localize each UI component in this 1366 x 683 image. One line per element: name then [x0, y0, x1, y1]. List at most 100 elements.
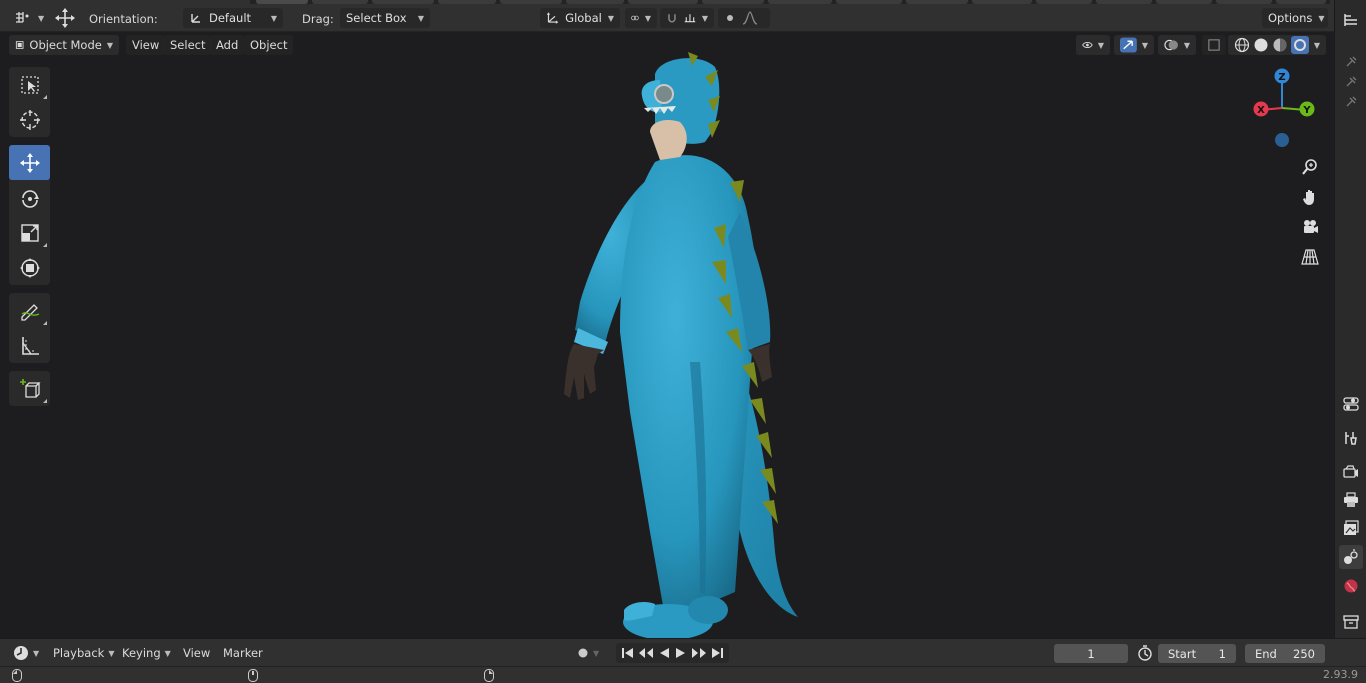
wireframe-shading-icon[interactable] [1234, 37, 1250, 53]
navigation-controls [1296, 152, 1324, 272]
mode-value: Object Mode [29, 38, 102, 52]
drag-label: Drag: [302, 12, 334, 26]
start-frame-field[interactable]: Start 1 [1158, 644, 1236, 663]
tab-view-layer[interactable] [1339, 516, 1363, 540]
select-box-tool[interactable] [9, 67, 50, 102]
cursor-tool[interactable] [9, 102, 50, 137]
chevron-down-icon: ▼ [1097, 40, 1104, 50]
properties-options-button[interactable] [1339, 392, 1363, 416]
timeline-editor-type[interactable]: ▼ [8, 643, 44, 663]
pin-icon [1346, 96, 1357, 107]
menu-select[interactable]: Select [164, 35, 212, 55]
snap-magnet-icon[interactable] [666, 10, 678, 26]
chevron-down-icon: ▼ [1313, 40, 1320, 50]
move-tool[interactable] [9, 145, 50, 180]
jump-start-icon[interactable] [621, 647, 635, 659]
chevron-down-icon: ▼ [270, 13, 277, 23]
gizmo-x-axis[interactable]: X [1253, 101, 1269, 117]
transform-icon [19, 257, 40, 278]
rendered-shading-icon[interactable] [1291, 36, 1309, 54]
camera-view-button[interactable] [1296, 212, 1324, 242]
overlays-toggle[interactable]: ▼ [1158, 35, 1196, 55]
menu-keying-label: Keying [122, 646, 161, 660]
eye-icon [1082, 42, 1093, 48]
next-keyframe-icon[interactable] [691, 647, 707, 659]
tab-collection[interactable] [1339, 610, 1363, 634]
jump-end-icon[interactable] [710, 647, 724, 659]
annotate-tool[interactable] [9, 293, 50, 328]
solid-shading-icon[interactable] [1253, 37, 1269, 53]
menu-object[interactable]: Object [244, 35, 294, 55]
use-preview-range-toggle[interactable] [1132, 643, 1158, 663]
stopwatch-icon [1138, 645, 1152, 661]
tab-render[interactable] [1339, 460, 1363, 484]
mode-dropdown[interactable]: Object Mode ▼ [9, 35, 119, 55]
falloff-curve-icon[interactable] [742, 11, 758, 25]
menu-add[interactable]: Add [210, 35, 245, 55]
rotate-tool[interactable] [9, 180, 50, 215]
options-dropdown[interactable]: Options ▼ [1262, 8, 1328, 28]
visibility-dropdown[interactable]: ▼ [1076, 35, 1110, 55]
play-icon[interactable] [674, 647, 688, 659]
move-gizmo-button[interactable] [48, 8, 82, 28]
gizmo-z-axis[interactable]: Z [1274, 68, 1290, 84]
transform-tool[interactable] [9, 250, 50, 285]
orientation-label: Orientation: [89, 12, 158, 26]
snapping-group[interactable]: ▼ [660, 8, 714, 28]
current-frame-field[interactable]: 1 [1054, 644, 1128, 663]
transform-space-value: Global [565, 11, 602, 25]
mouse-middle-icon [248, 669, 258, 682]
menu-view[interactable]: View [126, 35, 166, 55]
xray-toggle[interactable] [1202, 35, 1226, 55]
auto-keying-toggle[interactable]: ▼ [572, 643, 604, 663]
sliders-icon [1343, 397, 1359, 411]
viewport-header: Object Mode ▼ View Select Add Object ▼ ▼… [0, 32, 1334, 58]
play-reverse-icon[interactable] [657, 647, 671, 659]
end-frame-field[interactable]: End 250 [1245, 644, 1325, 663]
transform-orientation-dropdown[interactable]: Global ▼ [540, 8, 620, 28]
properties-editor [1334, 0, 1366, 638]
end-frame-value: 250 [1293, 646, 1315, 661]
pan-button[interactable] [1296, 182, 1324, 212]
add-cube-tool[interactable] [9, 371, 50, 406]
drag-dropdown[interactable]: Select Box ▼ [340, 8, 430, 28]
menu-keying[interactable]: Keying ▼ [117, 643, 176, 663]
menu-marker[interactable]: Marker [218, 643, 268, 663]
snap-increment-icon[interactable] [684, 11, 696, 25]
measure-tool[interactable] [9, 328, 50, 363]
workspace-tabs[interactable] [250, 0, 1330, 4]
3d-viewport[interactable] [0, 32, 1334, 638]
svg-text:Z: Z [1278, 72, 1285, 83]
menu-playback[interactable]: Playback ▼ [48, 643, 119, 663]
tab-scene[interactable] [1339, 545, 1363, 569]
navigation-gizmo[interactable]: Z X Y [1246, 66, 1318, 150]
pivot-point-dropdown[interactable]: ▼ [625, 8, 657, 28]
character-model[interactable] [0, 32, 1334, 638]
zoom-button[interactable] [1296, 152, 1324, 182]
tab-output[interactable] [1339, 488, 1363, 512]
gizmo-toggle[interactable]: ▼ [1114, 35, 1154, 55]
gizmo-y-axis[interactable]: Y [1299, 101, 1315, 117]
sidebar-tool-3[interactable] [1339, 90, 1363, 114]
gizmo-arrow-icon [1120, 37, 1137, 53]
orientation-value: Default [209, 11, 252, 25]
proportional-edit-icon[interactable] [724, 12, 736, 24]
scale-tool[interactable] [9, 215, 50, 250]
editor-type-button[interactable]: ▼ [8, 8, 50, 28]
proportional-editing-group[interactable] [718, 8, 770, 28]
zoom-magnifier-icon [1302, 159, 1317, 175]
chevron-down-icon: ▼ [108, 648, 115, 658]
tab-tool[interactable] [1339, 426, 1363, 450]
material-shading-icon[interactable] [1272, 37, 1288, 53]
outliner-button[interactable] [1339, 8, 1363, 32]
prev-keyframe-icon[interactable] [638, 647, 654, 659]
perspective-toggle[interactable] [1296, 242, 1324, 272]
version-label: 2.93.9 [1323, 668, 1358, 681]
shading-mode-group[interactable]: ▼ [1228, 35, 1326, 55]
tab-world[interactable] [1339, 574, 1363, 598]
menu-timeline-view[interactable]: View [178, 643, 215, 663]
playback-controls [616, 643, 729, 663]
gizmo-negative-z[interactable] [1275, 133, 1289, 147]
orientation-dropdown[interactable]: Default ▼ [183, 8, 283, 28]
start-frame-value: 1 [1218, 646, 1226, 661]
